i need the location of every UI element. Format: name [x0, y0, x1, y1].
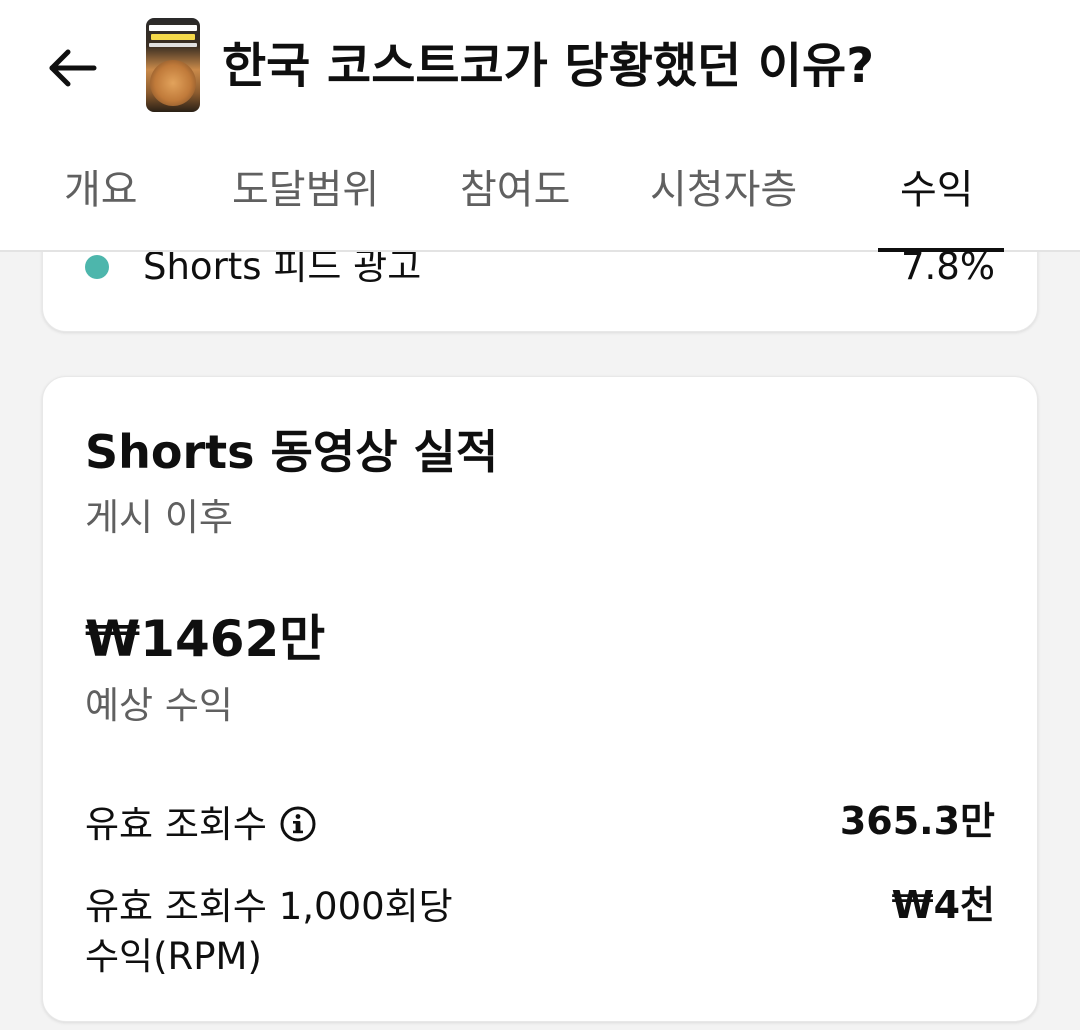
section-title: Shorts 동영상 실적 [85, 425, 499, 479]
shorts-performance-card: Shorts 동영상 실적 게시 이후 ₩1462만 예상 수익 유효 조회수 … [42, 376, 1038, 1022]
video-thumbnail [146, 18, 200, 112]
estimated-revenue-label: 예상 수익 [85, 684, 233, 727]
rpm-label-line1: 유효 조회수 1,000회당 [85, 885, 453, 928]
analytics-tabs: 개요 도달범위 참여도 시청자층 수익 [0, 150, 1080, 252]
tab-revenue[interactable]: 수익 [900, 160, 974, 220]
video-title: 한국 코스트코가 당황했던 이유? [222, 38, 875, 94]
back-button[interactable] [40, 36, 104, 100]
engaged-views-value: 365.3만 [839, 799, 995, 843]
tab-overview[interactable]: 개요 [64, 160, 138, 220]
rpm-value: ₩4천 [891, 883, 995, 927]
app-header: 한국 코스트코가 당황했던 이유? 개요 도달범위 참여도 시청자층 수익 [0, 0, 1080, 252]
tab-reach[interactable]: 도달범위 [232, 160, 379, 220]
tab-engagement[interactable]: 참여도 [460, 160, 570, 220]
rpm-label-line2: 수익(RPM) [85, 935, 262, 978]
info-icon[interactable] [279, 805, 317, 843]
legend-dot-shorts-feed [85, 255, 109, 279]
engaged-views-row: 유효 조회수 [85, 801, 317, 849]
section-subtitle: 게시 이후 [85, 496, 233, 539]
estimated-revenue-value: ₩1462만 [85, 610, 326, 668]
arrow-left-icon [49, 49, 97, 87]
active-tab-indicator [878, 248, 1004, 252]
engaged-views-label: 유효 조회수 [85, 803, 267, 846]
tab-audience[interactable]: 시청자층 [650, 160, 797, 220]
